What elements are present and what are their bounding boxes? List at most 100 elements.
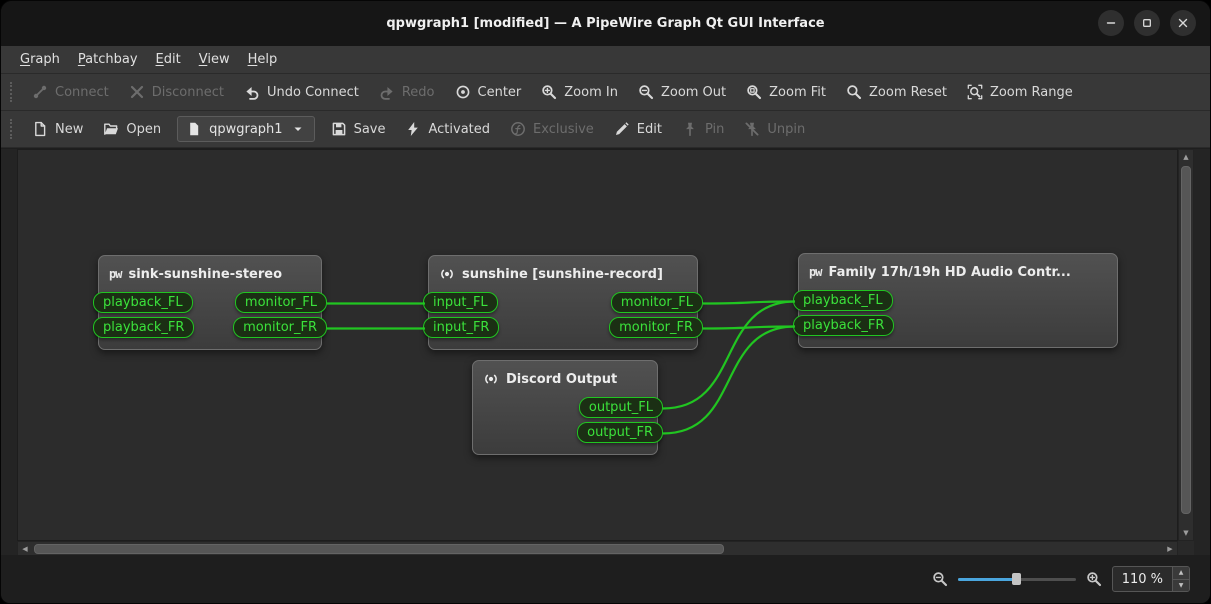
node-header: pw sink-sunshine-stereo bbox=[99, 256, 321, 292]
edit-button[interactable]: Edit bbox=[605, 116, 671, 142]
zoom-percent-value[interactable]: 110 % bbox=[1113, 567, 1172, 591]
redo-button[interactable]: Redo bbox=[370, 79, 444, 105]
app-window: qpwgraph1 [modified] — A PipeWire Graph … bbox=[0, 0, 1211, 604]
minimize-icon bbox=[1104, 16, 1118, 30]
connect-button[interactable]: Connect bbox=[23, 79, 118, 105]
port-row: input_FRmonitor_FR bbox=[429, 317, 697, 338]
node-header: Discord Output bbox=[473, 361, 657, 397]
port-row: output_FR bbox=[473, 422, 657, 443]
port-discord-output_FR[interactable]: output_FR bbox=[577, 422, 663, 443]
zoom-slider-thumb[interactable] bbox=[1012, 573, 1021, 585]
zoom-in-button[interactable]: Zoom In bbox=[532, 79, 627, 105]
status-bar: 110 % ▲ ▼ bbox=[1, 555, 1210, 603]
port-sink-monitor_FR[interactable]: monitor_FR bbox=[233, 317, 327, 338]
zoom-reset-button[interactable]: Zoom Reset bbox=[837, 79, 956, 105]
unpin-icon bbox=[744, 121, 760, 137]
node-family[interactable]: pwFamily 17h/19h HD Audio Contr...playba… bbox=[798, 253, 1118, 348]
port-sunshine-monitor_FL[interactable]: monitor_FL bbox=[611, 292, 703, 313]
new-icon bbox=[32, 121, 48, 137]
port-sunshine-monitor_FR[interactable]: monitor_FR bbox=[609, 317, 703, 338]
port-sink-monitor_FL[interactable]: monitor_FL bbox=[235, 292, 327, 313]
new-button[interactable]: New bbox=[23, 116, 92, 142]
menu-help[interactable]: Help bbox=[239, 48, 287, 71]
menu-graph[interactable]: Graph bbox=[11, 48, 69, 71]
port-sunshine-input_FR[interactable]: input_FR bbox=[423, 317, 499, 338]
port-sink-playback_FR[interactable]: playback_FR bbox=[93, 317, 194, 338]
window-controls bbox=[1098, 10, 1196, 36]
zoom-percent-spinbox[interactable]: 110 % ▲ ▼ bbox=[1112, 566, 1190, 592]
spinbox-buttons: ▲ ▼ bbox=[1172, 567, 1189, 591]
zoom-range-button[interactable]: Zoom Range bbox=[958, 79, 1082, 105]
maximize-button[interactable] bbox=[1134, 10, 1160, 36]
port-row: input_FLmonitor_FL bbox=[429, 292, 697, 313]
node-header: sunshine [sunshine-record] bbox=[429, 256, 697, 292]
spin-down-button[interactable]: ▼ bbox=[1173, 580, 1189, 592]
zoom-fit-icon bbox=[746, 84, 762, 100]
exclusive-button[interactable]: Exclusive bbox=[501, 116, 603, 142]
undo-connect-button[interactable]: Undo Connect bbox=[235, 79, 368, 105]
vertical-scrollbar[interactable]: ▲ ▼ bbox=[1178, 149, 1194, 541]
save-button[interactable]: Save bbox=[322, 116, 395, 142]
save-icon bbox=[331, 121, 347, 137]
pin-button[interactable]: Pin bbox=[673, 116, 733, 142]
port-family-playback_FR[interactable]: playback_FR bbox=[793, 315, 894, 336]
zoom-fit-button[interactable]: Zoom Fit bbox=[737, 79, 835, 105]
file-icon bbox=[186, 121, 202, 137]
exclusive-icon bbox=[510, 121, 526, 137]
port-family-playback_FL[interactable]: playback_FL bbox=[793, 290, 893, 311]
combo-arrow-icon bbox=[290, 121, 306, 137]
horizontal-scrollbar-thumb[interactable] bbox=[34, 544, 724, 554]
port-row: playback_FR bbox=[799, 315, 1117, 336]
scroll-up-button[interactable]: ▲ bbox=[1179, 150, 1193, 164]
title-bar[interactable]: qpwgraph1 [modified] — A PipeWire Graph … bbox=[1, 1, 1210, 46]
zoom-in-icon[interactable] bbox=[1086, 571, 1102, 587]
zoom-range-icon bbox=[967, 84, 983, 100]
edit-icon bbox=[614, 121, 630, 137]
qpwgraph1-combo[interactable]: qpwgraph1 bbox=[177, 116, 314, 142]
scroll-left-button[interactable]: ◀ bbox=[18, 542, 32, 556]
menu-bar: GraphPatchbayEditViewHelp bbox=[1, 46, 1210, 74]
zoom-slider-fill bbox=[958, 578, 1017, 581]
unpin-button[interactable]: Unpin bbox=[735, 116, 814, 142]
maximize-icon bbox=[1140, 16, 1154, 30]
port-discord-output_FL[interactable]: output_FL bbox=[579, 397, 663, 418]
pw-icon: pw bbox=[809, 265, 821, 279]
node-discord[interactable]: Discord Outputoutput_FL output_FR bbox=[472, 360, 658, 455]
patchbay-toolbar: NewOpen qpwgraph1 SaveActivatedExclusiveEd… bbox=[1, 111, 1210, 148]
port-row: playback_FL bbox=[799, 290, 1117, 311]
vertical-scrollbar-thumb[interactable] bbox=[1181, 166, 1191, 514]
disconnect-button[interactable]: Disconnect bbox=[120, 79, 233, 105]
center-button[interactable]: Center bbox=[446, 79, 531, 105]
menu-edit[interactable]: Edit bbox=[147, 48, 190, 71]
scroll-right-button[interactable]: ▶ bbox=[1163, 542, 1177, 556]
port-row: output_FL bbox=[473, 397, 657, 418]
port-sunshine-input_FL[interactable]: input_FL bbox=[423, 292, 498, 313]
close-button[interactable] bbox=[1170, 10, 1196, 36]
open-button[interactable]: Open bbox=[94, 116, 170, 142]
spin-up-button[interactable]: ▲ bbox=[1173, 567, 1189, 580]
menu-view[interactable]: View bbox=[190, 48, 239, 71]
zoom-out-button[interactable]: Zoom Out bbox=[629, 79, 735, 105]
node-header: pwFamily 17h/19h HD Audio Contr... bbox=[799, 254, 1117, 290]
zoom-slider[interactable] bbox=[958, 571, 1076, 587]
undo-icon bbox=[244, 84, 260, 100]
minimize-button[interactable] bbox=[1098, 10, 1124, 36]
toolbar-handle[interactable] bbox=[10, 82, 12, 102]
toolbar-handle[interactable] bbox=[10, 119, 12, 139]
activated-button[interactable]: Activated bbox=[396, 116, 499, 142]
node-title: sunshine [sunshine-record] bbox=[462, 267, 663, 282]
connect-icon bbox=[32, 84, 48, 100]
graph-toolbar: ConnectDisconnectUndo ConnectRedoCenterZ… bbox=[1, 74, 1210, 111]
speaker-icon bbox=[483, 371, 499, 387]
scroll-down-button[interactable]: ▼ bbox=[1179, 526, 1193, 540]
pw-icon: pw bbox=[109, 267, 121, 281]
node-sink[interactable]: pwsink-sunshine-stereoplayback_FLmonitor… bbox=[98, 255, 322, 350]
node-sunshine[interactable]: sunshine [sunshine-record] input_FLmonito… bbox=[428, 255, 698, 350]
port-sink-playback_FL[interactable]: playback_FL bbox=[93, 292, 193, 313]
zoom-reset-icon bbox=[846, 84, 862, 100]
menu-patchbay[interactable]: Patchbay bbox=[69, 48, 147, 71]
zoom-out-icon[interactable] bbox=[932, 571, 948, 587]
graph-canvas[interactable]: pwsink-sunshine-stereoplayback_FLmonitor… bbox=[17, 149, 1178, 541]
node-title: sink-sunshine-stereo bbox=[128, 267, 282, 282]
activated-icon bbox=[405, 121, 421, 137]
